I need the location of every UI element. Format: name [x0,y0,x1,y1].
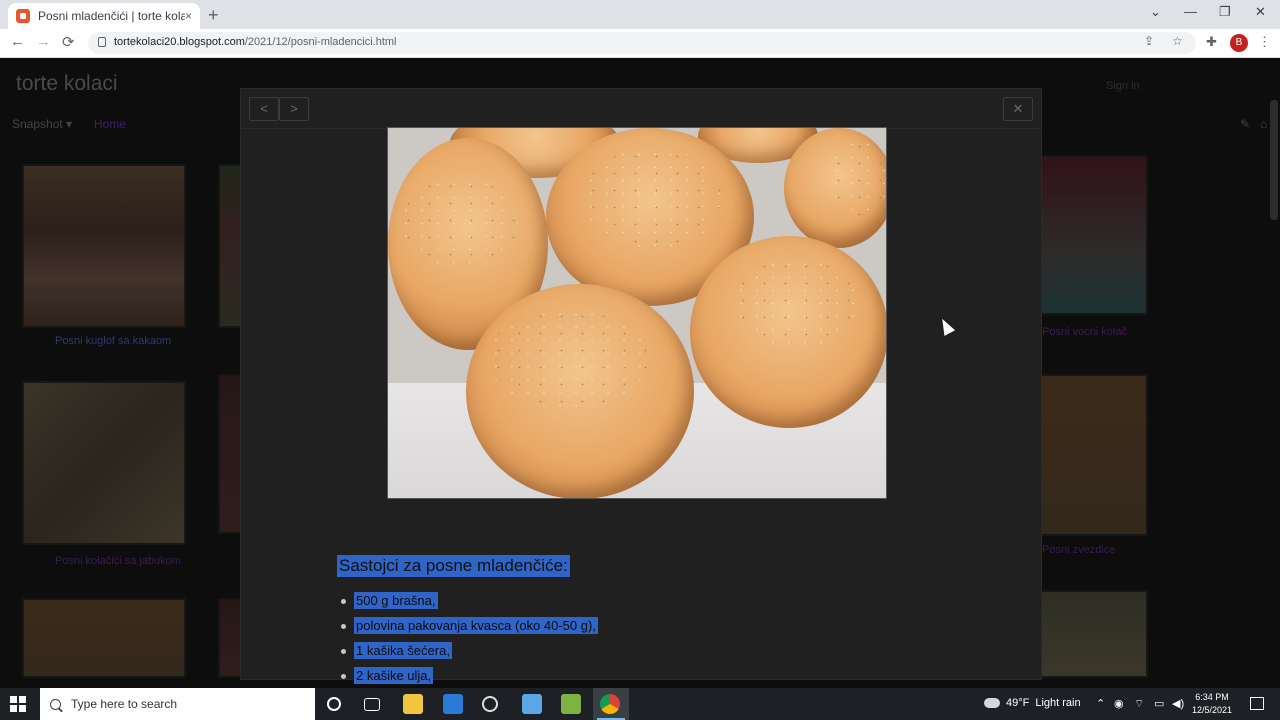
chopped-nuts [398,178,518,268]
lightbox-next-button[interactable]: > [279,97,309,121]
profile-avatar[interactable]: B [1230,34,1248,52]
restore-button[interactable]: ❐ [1219,4,1231,20]
sign-in-link[interactable]: Sign in [1106,80,1140,92]
location-icon[interactable]: ◉ [1114,697,1124,710]
post-thumbnail[interactable] [218,374,242,534]
home-icon[interactable]: ⌂ [1260,117,1267,131]
chopped-nuts [733,258,863,348]
post-thumbnail[interactable] [22,598,186,678]
taskbar-clock[interactable]: 6:34 PM 12/5/2021 [1192,691,1232,717]
post-thumbnail[interactable] [218,164,242,328]
weather-text: Light rain [1035,697,1081,709]
post-caption[interactable]: Posni zvezdice [1042,544,1115,556]
address-bar[interactable]: tortekolaci20.blogspot.com/2021/12/posni… [88,32,1196,54]
post-thumbnail[interactable] [1040,155,1148,315]
forward-button[interactable]: → [36,33,51,50]
post-thumbnail[interactable] [218,598,242,678]
post-caption[interactable]: Posni voćni kolač [1042,326,1127,338]
post-thumbnail[interactable] [1040,590,1148,678]
browser-toolbar: ← → ⟳ tortekolaci20.blogspot.com/2021/12… [0,29,1280,58]
ingredient-text: 500 g brašna, [354,592,438,609]
ingredients-list: 500 g brašna, polovina pakovanja kvasca … [337,592,598,692]
snapshot-label: Snapshot [12,117,63,131]
post-thumbnail[interactable] [22,164,186,328]
post-caption[interactable]: Posni kolačići sa jabukom [55,555,181,567]
tab-close-icon[interactable]: × [185,9,192,23]
clock-app-icon[interactable] [482,696,498,712]
back-button[interactable]: ← [10,33,25,50]
bookmark-star-icon[interactable]: ☆ [1172,34,1183,48]
post-thumbnail[interactable] [1040,374,1148,536]
list-item: 1 kašika šećera, [337,642,598,667]
battery-icon[interactable]: ▭ [1154,697,1164,710]
url-path: /2021/12/posni-mladencici.html [244,36,397,48]
url-domain: tortekolaci20.blogspot.com [114,36,245,48]
blog-title[interactable]: torte kolaci [16,72,118,96]
reload-button[interactable]: ⟳ [62,33,75,51]
lightbox-header: < > ✕ [241,89,1041,129]
notification-icon[interactable] [1250,697,1264,710]
recipe-photo [387,127,887,499]
browser-tab[interactable]: Posni mladenčići | torte kolaci × [8,3,200,29]
mail-icon[interactable] [443,694,463,714]
clock-date: 12/5/2021 [1192,705,1233,715]
post-caption[interactable]: Posni kuglof sa kakaom [55,335,171,347]
edit-pencil-icon[interactable]: ✎ [1240,117,1250,131]
cloud-rain-icon [984,698,1000,708]
weather-temp: 49°F [1006,697,1030,709]
tab-title: Posni mladenčići | torte kolaci [38,9,185,23]
chrome-icon[interactable] [600,694,620,714]
search-placeholder: Type here to search [71,697,178,711]
more-menu-icon[interactable]: ⋮ [1258,34,1271,50]
clock-time: 6:34 PM [1195,692,1229,702]
windows-taskbar: Type here to search 49°F Light rain ⌃ ◉ … [0,688,1280,720]
task-view-icon[interactable] [364,698,380,711]
chopped-nuts [583,148,723,248]
ingredient-text: 1 kašika šećera, [354,642,452,659]
minimize-button[interactable]: — [1184,4,1197,19]
new-tab-button[interactable]: + [208,5,219,26]
home-link[interactable]: Home [94,117,126,131]
snapshot-menu[interactable]: Snapshot ▾ [12,117,72,131]
ingredient-text: 2 kašike ulja, [354,667,434,684]
extensions-puzzle-icon[interactable]: ✚ [1206,34,1217,50]
image-lightbox: < > ✕ Sastojci za posne mladenčiće: 500 … [240,88,1042,684]
lightbox-close-button[interactable]: ✕ [1003,97,1033,121]
lightbox-prev-button[interactable]: < [249,97,279,121]
cortana-icon[interactable] [327,697,341,711]
ingredients-heading: Sastojci za posne mladenčiće: [337,555,570,577]
taskbar-search-box[interactable]: Type here to search [40,688,315,720]
chopped-nuts [488,308,648,408]
ingredient-text: polovina pakovanja kvasca (oko 40-50 g), [354,617,598,634]
list-item: polovina pakovanja kvasca (oko 40-50 g), [337,617,598,642]
page-scrollbar[interactable] [1270,100,1278,220]
green-app-icon[interactable] [561,694,581,714]
search-icon [50,698,61,710]
url-text[interactable]: tortekolaci20.blogspot.com/2021/12/posni… [114,36,397,48]
chopped-nuts [828,138,886,218]
tab-search-icon[interactable]: ⌄ [1150,4,1161,20]
tray-chevron-icon[interactable]: ⌃ [1096,697,1105,710]
close-window-button[interactable]: ✕ [1255,4,1266,20]
list-item: 500 g brašna, [337,592,598,617]
app-icon[interactable] [522,694,542,714]
share-icon[interactable]: ⇪ [1144,34,1154,48]
network-icon[interactable]: ⌔ [1134,697,1144,711]
lock-icon[interactable] [98,37,106,47]
browser-tab-strip: Posni mladenčići | torte kolaci × + ⌄ — … [0,0,1280,29]
file-explorer-icon[interactable] [403,694,423,714]
blogger-favicon-icon [16,9,30,23]
windows-start-icon[interactable] [10,696,26,712]
volume-icon[interactable]: ◀) [1172,697,1184,710]
post-thumbnail[interactable] [22,381,186,545]
weather-widget[interactable]: 49°F Light rain [984,697,1081,709]
